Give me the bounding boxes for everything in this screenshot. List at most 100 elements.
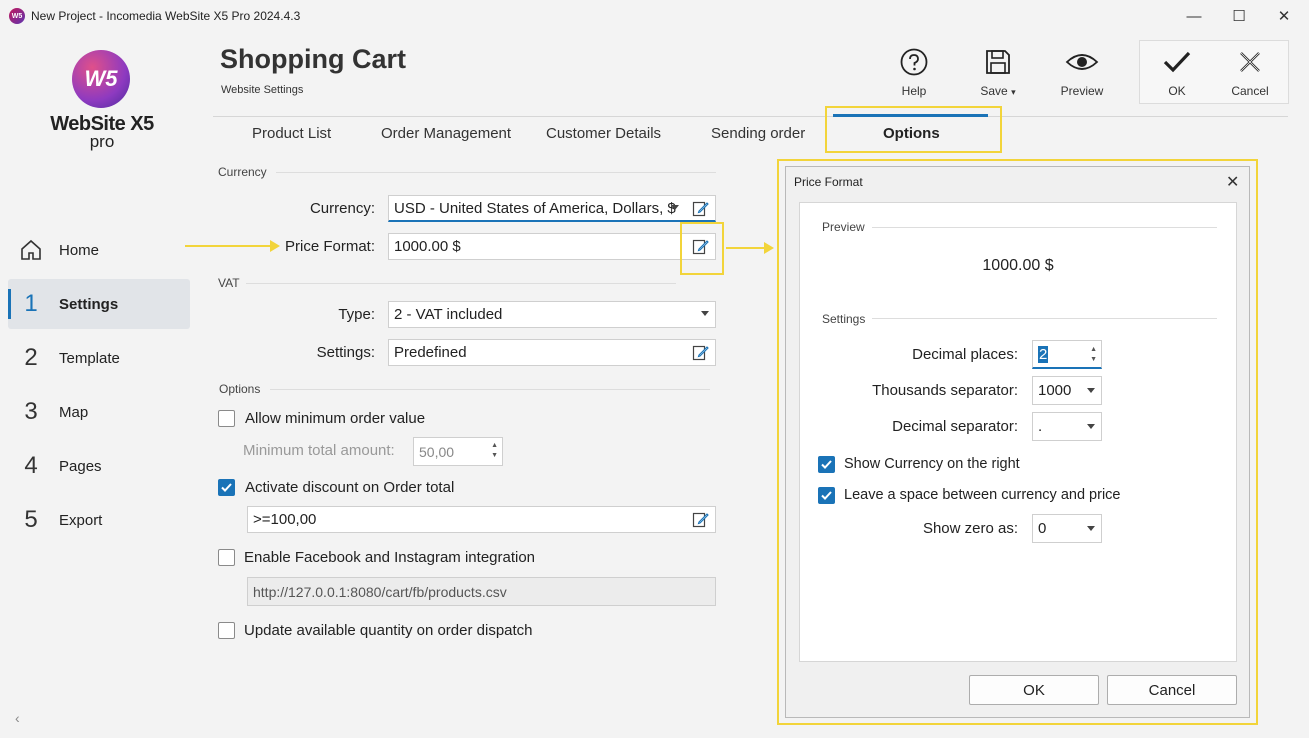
space-between-checkbox[interactable] <box>818 487 835 504</box>
maximize-button[interactable]: ☐ <box>1221 4 1257 28</box>
allow-min-order-checkbox[interactable] <box>218 410 235 427</box>
space-between-label: Leave a space between currency and price <box>844 487 1121 503</box>
app-icon: W5 <box>9 8 25 24</box>
ok-button[interactable]: OK <box>1145 46 1209 98</box>
stepper-arrows-icon[interactable]: ▲ ▼ <box>1090 345 1097 365</box>
facebook-url-value: http://127.0.0.1:8080/cart/fb/products.c… <box>253 583 507 600</box>
sidebar-item-pages[interactable]: 4 Pages <box>8 441 190 491</box>
chevron-down-icon <box>1087 424 1095 429</box>
activate-discount-checkbox[interactable] <box>218 479 235 496</box>
annotation-arrow <box>726 247 764 249</box>
dialog-ok-button[interactable]: OK <box>969 675 1099 705</box>
minimize-button[interactable]: — <box>1176 4 1212 28</box>
section-divider <box>270 389 710 390</box>
sidebar-item-map[interactable]: 3 Map <box>8 387 190 437</box>
dialog-close-button[interactable]: ✕ <box>1226 172 1239 192</box>
price-format-value: 1000.00 $ <box>394 238 461 255</box>
help-label: Help <box>901 84 927 98</box>
section-divider <box>872 227 1217 228</box>
cancel-button[interactable]: Cancel <box>1218 46 1282 98</box>
tab-order-management[interactable]: Order Management <box>381 125 511 142</box>
highlight-options-tab <box>825 106 1002 153</box>
thousands-separator-select[interactable]: 1000 <box>1032 376 1102 405</box>
edit-icon[interactable] <box>692 200 709 221</box>
decimal-places-value: 2 <box>1038 345 1049 363</box>
vat-section-label: VAT <box>218 276 240 290</box>
sidebar-item-number: 2 <box>24 344 38 371</box>
close-window-button[interactable]: ✕ <box>1266 4 1302 28</box>
sidebar-item-label: Pages <box>59 457 102 475</box>
sidebar-item-label: Map <box>59 403 89 421</box>
decimal-separator-select[interactable]: . <box>1032 412 1102 441</box>
preview-label: Preview <box>1060 84 1104 98</box>
show-zero-select[interactable]: 0 <box>1032 514 1102 543</box>
tab-customer-details[interactable]: Customer Details <box>546 125 661 142</box>
discount-field[interactable]: >=100,00 <box>247 506 716 533</box>
min-total-stepper[interactable]: 50,00 ▲ ▼ <box>413 437 503 466</box>
annotation-arrow-head <box>270 240 280 252</box>
options-section-label: Options <box>219 382 261 396</box>
tab-product-list[interactable]: Product List <box>252 125 331 142</box>
home-icon <box>8 238 54 262</box>
facebook-integration-checkbox[interactable] <box>218 549 235 566</box>
collapse-sidebar-button[interactable]: ‹ <box>15 710 20 726</box>
logo-name: WebSite X5 <box>50 113 154 135</box>
highlight-edit-price-format <box>680 222 724 275</box>
help-button[interactable]: Help <box>882 46 946 98</box>
save-icon <box>966 46 1030 78</box>
page-subtitle: Website Settings <box>221 84 304 96</box>
tab-sending-order[interactable]: Sending order <box>711 125 805 142</box>
cancel-x-icon <box>1218 46 1282 78</box>
show-zero-label: Show zero as: <box>922 520 1018 537</box>
edit-icon[interactable] <box>692 511 709 532</box>
sidebar-item-number: 1 <box>24 290 38 317</box>
decimal-places-stepper[interactable]: 2 ▲ ▼ <box>1032 340 1102 369</box>
chevron-down-icon <box>701 311 709 316</box>
currency-label: Currency: <box>309 200 375 217</box>
dialog-preview-label: Preview <box>822 220 865 234</box>
dialog-settings-label: Settings <box>822 312 866 326</box>
sidebar-item-label: Settings <box>59 295 119 313</box>
decimal-separator-label: Decimal separator: <box>892 418 1018 435</box>
help-icon <box>882 46 946 78</box>
annotation-arrow-head <box>764 242 774 254</box>
facebook-url-field[interactable]: http://127.0.0.1:8080/cart/fb/products.c… <box>247 577 716 606</box>
chevron-down-icon <box>671 205 679 210</box>
vat-settings-field[interactable]: Predefined <box>388 339 716 366</box>
currency-value: USD - United States of America, Dollars,… <box>394 199 676 217</box>
active-indicator <box>8 289 11 319</box>
tab-divider <box>213 116 1288 117</box>
price-format-field[interactable]: 1000.00 $ <box>388 233 716 260</box>
show-currency-right-label: Show Currency on the right <box>844 456 1020 472</box>
update-quantity-label: Update available quantity on order dispa… <box>244 622 533 639</box>
annotation-arrow <box>185 245 270 247</box>
eye-icon <box>1050 46 1114 78</box>
sidebar-item-number: 5 <box>24 506 38 533</box>
sidebar-item-label: Home <box>59 241 100 259</box>
show-currency-right-checkbox[interactable] <box>818 456 835 473</box>
vat-type-label: Type: <box>338 306 375 323</box>
sidebar-item-settings[interactable]: 1 Settings <box>8 279 190 329</box>
show-zero-value: 0 <box>1038 520 1047 537</box>
dialog-cancel-button[interactable]: Cancel <box>1107 675 1237 705</box>
sidebar-item-export[interactable]: 5 Export <box>8 495 190 545</box>
stepper-arrows-icon[interactable]: ▲ ▼ <box>491 441 498 461</box>
currency-section-label: Currency <box>218 165 267 179</box>
sidebar-item-label: Template <box>59 349 120 367</box>
sidebar-item-template[interactable]: 2 Template <box>8 333 190 383</box>
min-total-label: Minimum total amount: <box>243 442 395 459</box>
preview-button[interactable]: Preview <box>1050 46 1114 98</box>
vat-settings-value: Predefined <box>394 344 467 361</box>
chevron-down-icon <box>1087 526 1095 531</box>
vat-type-select[interactable]: 2 - VAT included <box>388 301 716 328</box>
save-button[interactable]: Save ▾ <box>966 46 1030 98</box>
sidebar-item-label: Export <box>59 511 103 529</box>
sidebar-item-number: 4 <box>24 452 38 479</box>
min-total-value: 50,00 <box>419 443 455 460</box>
sidebar-item-home[interactable]: Home <box>8 225 190 275</box>
edit-icon[interactable] <box>692 344 709 365</box>
check-icon <box>821 491 832 500</box>
update-quantity-checkbox[interactable] <box>218 622 235 639</box>
activate-discount-label: Activate discount on Order total <box>245 479 455 496</box>
currency-select[interactable]: USD - United States of America, Dollars,… <box>388 195 716 222</box>
